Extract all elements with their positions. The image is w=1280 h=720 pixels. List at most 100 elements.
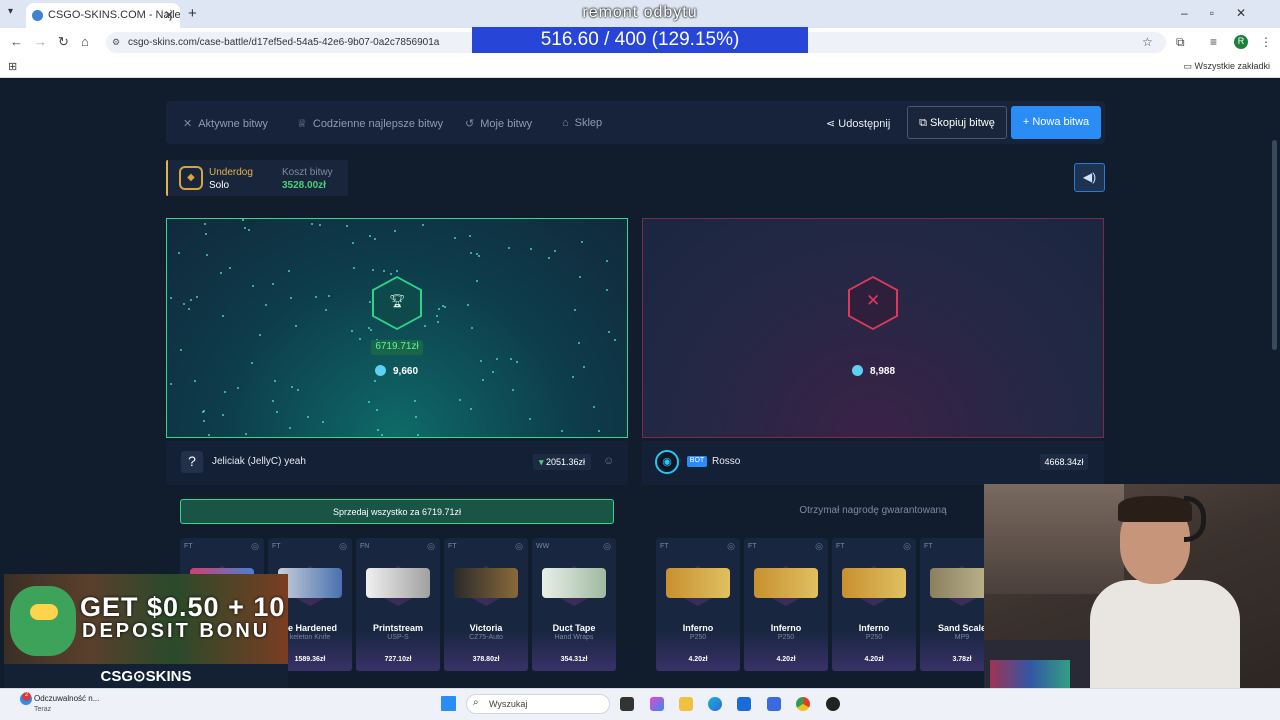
new-tab-icon[interactable]: + (188, 5, 197, 22)
outlook-icon[interactable] (737, 697, 751, 711)
copy-battle-button[interactable]: ⧉ Skopiuj bitwę (907, 106, 1007, 139)
check-circle-icon[interactable]: ◎ (727, 541, 735, 552)
tab-search-chevron-icon[interactable]: ▾ (8, 6, 13, 17)
notification-subtitle: Teraz (34, 706, 52, 713)
mode-sub: Solo (209, 180, 230, 191)
forward-icon[interactable]: → (34, 34, 47, 49)
sparkle (351, 330, 353, 332)
sparkle (274, 380, 276, 382)
sparkle (328, 295, 330, 297)
winner-amount: 6719.71zł (371, 340, 423, 355)
sparkle (608, 331, 610, 333)
item-card[interactable]: FT ◎ Inferno P250 4.20zł (832, 538, 916, 671)
file-explorer-icon[interactable] (679, 697, 693, 711)
apps-grid-icon[interactable]: ⊞ (8, 60, 17, 73)
item-condition: FT (660, 543, 669, 550)
sparkle (194, 380, 196, 382)
sell-all-button[interactable]: Sprzedaj wszystko za 6719.71zł (180, 499, 614, 524)
sound-toggle-button[interactable]: ◀) (1074, 163, 1105, 192)
emote-icon[interactable]: ☺ (603, 455, 614, 467)
task-view-icon[interactable] (620, 697, 634, 711)
check-circle-icon[interactable]: ◎ (603, 541, 611, 552)
item-condition: FN (360, 543, 370, 550)
item-condition: FT (836, 543, 845, 550)
copy-icon: ⧉ (919, 117, 931, 129)
sparkle (459, 399, 461, 401)
close-tab-icon[interactable]: ✕ (164, 8, 174, 22)
copilot-icon[interactable] (650, 697, 664, 711)
check-circle-icon[interactable]: ◎ (903, 541, 911, 552)
basket-icon: ⌂ (562, 117, 569, 129)
share-button[interactable]: ⋖ Udostępnij (826, 117, 890, 130)
sparkle (606, 289, 608, 291)
obs-icon[interactable] (826, 697, 840, 711)
sparkle (237, 387, 239, 389)
item-condition: WW (536, 543, 550, 550)
item-card[interactable]: FT ◎ Victoria CZ75-Auto 378.80zł (444, 538, 528, 671)
sparkle (315, 296, 317, 298)
player1-avatar[interactable]: ? (181, 451, 203, 473)
sparkle (414, 400, 416, 402)
chrome-icon[interactable] (796, 697, 810, 711)
home-icon[interactable]: ⌂ (81, 34, 89, 49)
window-controls[interactable]: –▫✕ (1181, 6, 1268, 20)
sparkle (508, 247, 510, 249)
reading-list-icon[interactable]: ≡ (1210, 35, 1217, 49)
sparkle (276, 411, 278, 413)
item-weapon: P250 (777, 634, 795, 641)
weapon-image (842, 568, 906, 598)
item-card[interactable]: FT ◎ Inferno P250 4.20zł (656, 538, 740, 671)
mascot-icon (10, 586, 76, 656)
sparkle (242, 219, 244, 221)
edge-icon[interactable] (708, 697, 722, 711)
item-card[interactable]: FN ◎ Printstream USP-S 727.10zł (356, 538, 440, 671)
item-name: Inferno (770, 623, 802, 633)
webcam-person-hair (1118, 496, 1192, 522)
browser-tab[interactable]: CSGO-SKINS.COM - Najlepsze ✕ (26, 3, 180, 28)
sparkle (454, 237, 456, 239)
check-circle-icon[interactable]: ◎ (339, 541, 347, 552)
nav-shop[interactable]: ⌂ Sklep (562, 117, 602, 129)
winner-coins: 9,660 (393, 366, 419, 377)
taskbar-search[interactable]: Wyszukaj (466, 694, 610, 714)
item-condition: FT (924, 543, 933, 550)
extensions-icon[interactable]: ⧉ (1176, 35, 1185, 50)
new-battle-button[interactable]: + Nowa bitwa (1011, 106, 1101, 139)
item-card[interactable]: WW ◎ Duct Tape Hand Wraps 354.31zł (532, 538, 616, 671)
site-favicon-icon (32, 10, 43, 21)
nav-active-battles[interactable]: ✕ Aktywne bitwy (183, 117, 268, 130)
sparkle (208, 434, 210, 436)
nav-daily-best[interactable]: ♕ Codzienne najlepsze bitwy (297, 117, 443, 130)
item-card[interactable]: FT ◎ Inferno P250 4.20zł (744, 538, 828, 671)
item-value: 4.20zł (776, 656, 796, 663)
sparkle (510, 358, 512, 360)
windows-start-icon[interactable] (441, 696, 456, 711)
profile-avatar[interactable]: R (1234, 35, 1248, 49)
sparkle (424, 325, 426, 327)
sparkle (554, 250, 556, 252)
notification-title[interactable]: Odczuwalność n... (34, 694, 99, 703)
loser-coins: 8,988 (870, 366, 896, 377)
menu-kebab-icon[interactable]: ⋮ (1260, 35, 1272, 49)
all-bookmarks[interactable]: ▭ Wszystkie zakładki (1183, 61, 1270, 72)
back-icon[interactable]: ← (10, 34, 23, 49)
sparkle (188, 308, 190, 310)
store-icon[interactable] (767, 697, 781, 711)
sparkle (579, 276, 581, 278)
reload-icon[interactable]: ↻ (58, 34, 69, 50)
player1-name[interactable]: Jeliciak (JellyC) yeah (212, 456, 306, 467)
new-battle-label: Nowa bitwa (1032, 116, 1090, 128)
sparkle (482, 379, 484, 381)
item-name: Printstream (372, 623, 424, 633)
sparkle (381, 434, 383, 436)
sparkle (196, 296, 198, 298)
sparkle (359, 338, 361, 340)
nav-my-battles[interactable]: ↺ Moje bitwy (465, 117, 532, 130)
check-circle-icon[interactable]: ◎ (251, 541, 259, 552)
page-scrollbar[interactable] (1272, 140, 1277, 350)
site-info-icon[interactable]: ⚙ (112, 37, 120, 48)
bookmark-star-icon[interactable]: ☆ (1142, 35, 1153, 49)
check-circle-icon[interactable]: ◎ (427, 541, 435, 552)
check-circle-icon[interactable]: ◎ (815, 541, 823, 552)
check-circle-icon[interactable]: ◎ (515, 541, 523, 552)
